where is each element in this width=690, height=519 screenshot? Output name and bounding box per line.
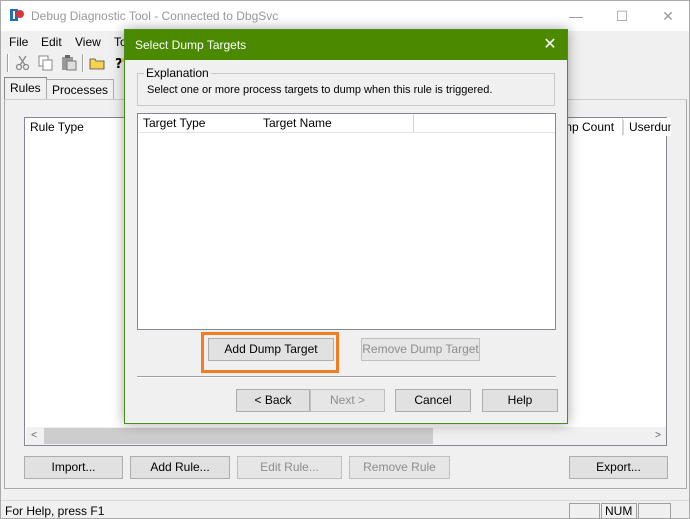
cancel-button[interactable]: Cancel	[395, 389, 471, 412]
column-userdump[interactable]: Userdum	[624, 118, 671, 136]
add-rule-button[interactable]: Add Rule...	[130, 456, 230, 479]
list-header-divider	[138, 132, 555, 133]
explanation-text: Select one or more process targets to du…	[147, 84, 493, 96]
minimize-button[interactable]: —	[553, 1, 599, 31]
import-button[interactable]: Import...	[24, 456, 123, 479]
tab-processes-label: Processes	[52, 83, 109, 97]
column-rule-type[interactable]: Rule Type	[25, 118, 131, 136]
toolbar-separator	[82, 54, 84, 72]
copy-icon[interactable]	[38, 55, 54, 71]
column-target-type-label: Target Type	[143, 116, 206, 130]
column-target-name-label: Target Name	[263, 116, 332, 130]
scroll-left-arrow-icon[interactable]: <	[28, 429, 40, 443]
remove-dump-target-button[interactable]: Remove Dump Target	[361, 338, 480, 361]
debugdiag-app-icon	[10, 8, 25, 23]
export-button[interactable]: Export...	[569, 456, 668, 479]
highlight-annotation	[201, 332, 339, 373]
next-button[interactable]: Next >	[310, 389, 385, 412]
column-target-type[interactable]: Target Type	[138, 114, 264, 132]
status-scroll-panel	[638, 503, 671, 519]
dialog-separator	[137, 376, 556, 378]
help-button[interactable]: Help	[482, 389, 558, 412]
dialog-close-icon[interactable]: ✕	[533, 30, 567, 60]
window-title: Debug Diagnostic Tool - Connected to Dbg…	[31, 9, 279, 23]
title-bar[interactable]: Debug Diagnostic Tool - Connected to Dbg…	[1, 1, 689, 31]
dump-targets-list[interactable]: Target Type Target Name	[137, 113, 556, 330]
column-userdump-label: Userdum	[629, 120, 671, 134]
cut-icon[interactable]	[15, 55, 31, 71]
horizontal-scrollbar[interactable]: < >	[26, 427, 666, 445]
status-caps-panel	[569, 503, 600, 519]
toolbar-grip	[7, 54, 9, 72]
tab-processes[interactable]: Processes	[46, 79, 115, 100]
open-folder-icon[interactable]	[89, 55, 105, 71]
dialog-title-bar[interactable]: Select Dump Targets ✕	[125, 30, 567, 60]
column-dump-count[interactable]: mp Count	[562, 118, 623, 136]
close-button[interactable]: ✕	[645, 1, 690, 31]
edit-rule-button[interactable]: Edit Rule...	[237, 456, 342, 479]
scroll-right-arrow-icon[interactable]: >	[652, 429, 664, 443]
column-target-name[interactable]: Target Name	[258, 114, 414, 132]
status-help-text: For Help, press F1	[5, 504, 105, 518]
dialog-title: Select Dump Targets	[135, 38, 247, 52]
status-num-panel: NUM	[601, 503, 637, 519]
menu-edit[interactable]: Edit	[41, 35, 62, 49]
remove-rule-button[interactable]: Remove Rule	[349, 456, 450, 479]
select-dump-targets-dialog: Select Dump Targets ✕ Explanation Select…	[124, 29, 568, 424]
scrollbar-thumb[interactable]	[44, 428, 433, 444]
tab-rules-label: Rules	[10, 81, 41, 95]
back-button[interactable]: < Back	[236, 389, 310, 412]
explanation-label: Explanation	[144, 66, 211, 80]
menu-view[interactable]: View	[75, 35, 101, 49]
status-bar: For Help, press F1 NUM	[1, 500, 689, 519]
tab-rules[interactable]: Rules	[4, 77, 47, 100]
column-dump-count-label: mp Count	[562, 120, 615, 134]
column-rule-type-label: Rule Type	[30, 120, 84, 134]
maximize-button[interactable]: ☐	[599, 1, 645, 31]
status-num-text: NUM	[605, 504, 633, 518]
menu-file[interactable]: File	[9, 35, 28, 49]
explanation-groupbox: Explanation Select one or more process t…	[137, 66, 555, 106]
column-divider	[623, 120, 624, 135]
paste-icon[interactable]	[61, 55, 77, 71]
